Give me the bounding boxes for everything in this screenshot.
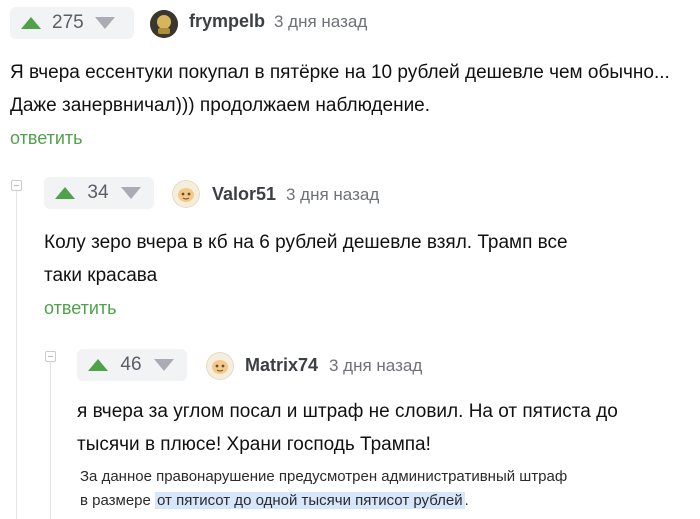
username[interactable]: Valor51 bbox=[212, 184, 276, 205]
avatar[interactable] bbox=[172, 180, 200, 208]
comment-line: Колу зеро вчера в кб на 6 рублей дешевле… bbox=[44, 232, 568, 253]
reply-button[interactable]: ответить bbox=[44, 298, 117, 319]
timestamp[interactable]: 3 дня назад bbox=[286, 185, 379, 205]
arrow-up-icon[interactable] bbox=[87, 358, 109, 372]
comment-line: таки красава bbox=[44, 265, 158, 286]
comment-line: Я вчера ессентуки покупал в пятёрке на 1… bbox=[10, 62, 670, 83]
avatar-icon bbox=[172, 180, 200, 208]
quote-prefix: в размере bbox=[80, 492, 156, 509]
comment-body: я вчера за углом посал и штраф не словил… bbox=[77, 395, 692, 461]
arrow-down-icon[interactable] bbox=[120, 186, 142, 200]
collapse-icon[interactable] bbox=[11, 180, 22, 191]
thread-line[interactable] bbox=[50, 360, 51, 519]
avatar[interactable] bbox=[206, 352, 234, 380]
username[interactable]: frympelb bbox=[189, 11, 265, 32]
comment-body: Я вчера ессентуки покупал в пятёрке на 1… bbox=[10, 56, 700, 122]
timestamp[interactable]: 3 дня назад bbox=[329, 356, 422, 376]
embedded-quote-image: За данное правонарушение предусмотрен ад… bbox=[80, 465, 692, 513]
arrow-down-icon[interactable] bbox=[94, 16, 116, 30]
vote-count: 275 bbox=[52, 12, 84, 33]
vote-widget: 34 bbox=[44, 177, 154, 209]
vote-count: 34 bbox=[87, 182, 109, 203]
comment-body: Колу зеро вчера в кб на 6 рублей дешевле… bbox=[44, 226, 684, 292]
collapse-icon[interactable] bbox=[45, 351, 56, 362]
timestamp[interactable]: 3 дня назад bbox=[274, 12, 367, 32]
thread-line[interactable] bbox=[16, 188, 17, 519]
vote-count: 46 bbox=[120, 354, 142, 375]
quote-line: За данное правонарушение предусмотрен ад… bbox=[80, 468, 568, 485]
quote-highlight: от пятисот до одной тысячи пятисот рубле… bbox=[155, 492, 465, 509]
arrow-down-icon[interactable] bbox=[153, 358, 175, 372]
reply-button[interactable]: ответить bbox=[10, 128, 83, 149]
arrow-up-icon[interactable] bbox=[20, 16, 42, 30]
comment-line: я вчера за углом посал и штраф не словил… bbox=[77, 401, 618, 422]
comment-line: Даже занервничал))) продолжаем наблюдени… bbox=[10, 95, 431, 116]
arrow-up-icon[interactable] bbox=[54, 186, 76, 200]
comment-line: тысячи в плюсе! Храни господь Трампа! bbox=[77, 434, 431, 455]
username[interactable]: Matrix74 bbox=[245, 355, 318, 376]
quote-suffix: . bbox=[464, 492, 469, 509]
quote-line: в размере от пятисот до одной тысячи пят… bbox=[80, 489, 692, 513]
avatar-icon bbox=[206, 352, 234, 380]
vote-widget: 46 bbox=[77, 349, 187, 381]
avatar[interactable] bbox=[150, 10, 178, 38]
vote-widget: 275 bbox=[10, 7, 134, 39]
avatar-icon bbox=[150, 10, 178, 38]
